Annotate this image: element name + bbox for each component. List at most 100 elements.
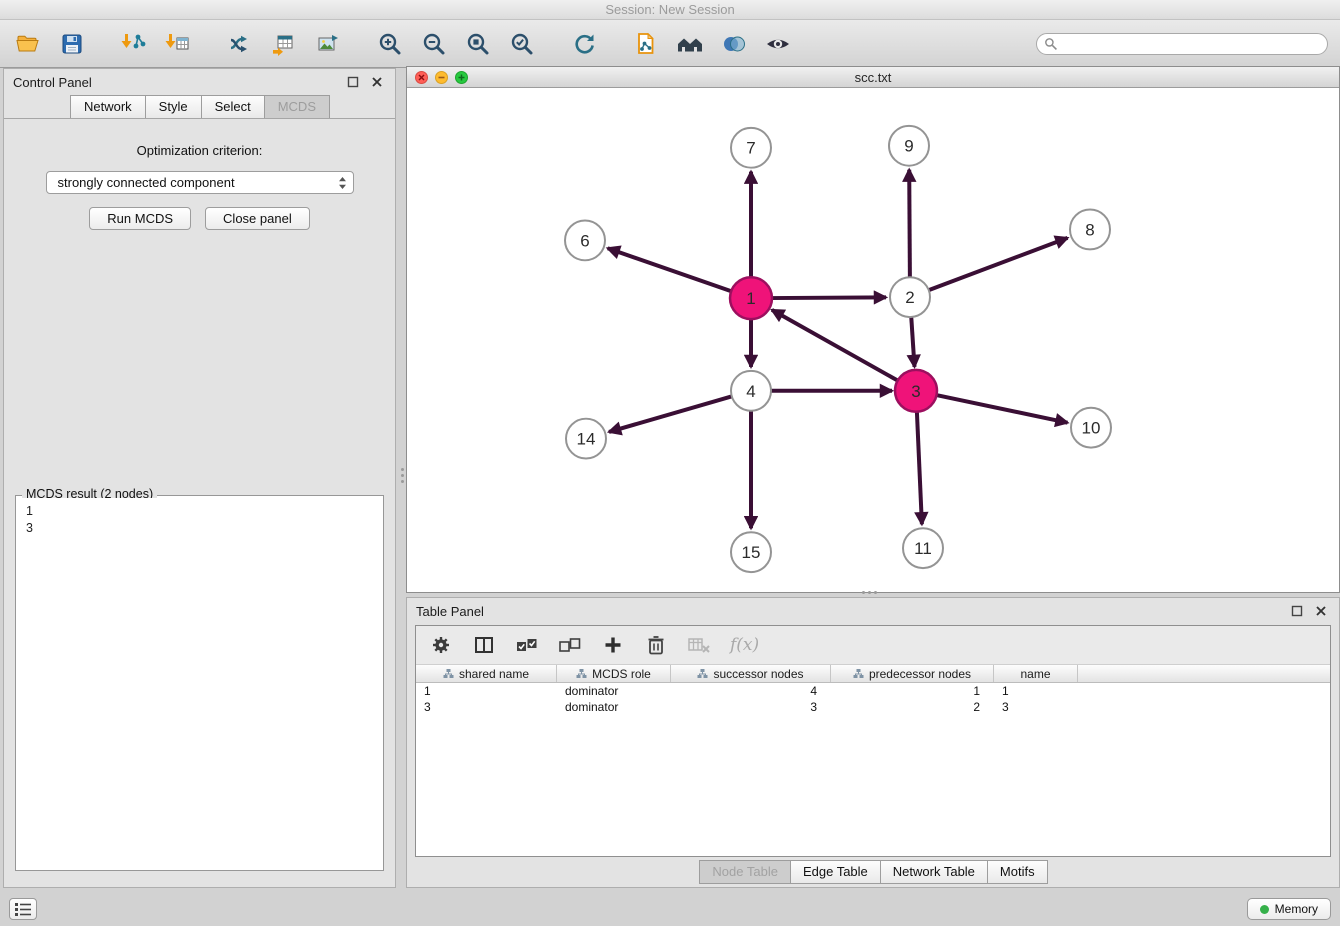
- graph-node-label: 14: [577, 430, 596, 449]
- zoom-window-button[interactable]: [455, 71, 468, 84]
- table-cell[interactable]: 3: [416, 699, 557, 715]
- zoom-out-button[interactable]: [418, 27, 450, 61]
- memory-button[interactable]: Memory: [1247, 898, 1331, 920]
- table-cell[interactable]: 4: [671, 683, 831, 699]
- minimize-window-button[interactable]: [435, 71, 448, 84]
- graph-edge-1-2[interactable]: [770, 297, 886, 298]
- style-overlay-button[interactable]: [718, 27, 750, 61]
- task-history-button[interactable]: [9, 898, 37, 920]
- window-titlebar[interactable]: Session: New Session: [0, 0, 1340, 20]
- vertical-splitter-handle[interactable]: [399, 462, 405, 488]
- open-folder-icon: [15, 31, 41, 57]
- table-cell[interactable]: 3: [671, 699, 831, 715]
- import-network-icon: [121, 31, 147, 57]
- export-image-button[interactable]: [312, 27, 344, 61]
- graph-canvas[interactable]: 7 9 6 8 1 2 4 3 14 10 15 11: [407, 88, 1339, 592]
- column-header-filler: [1078, 665, 1330, 682]
- graph-node-3[interactable]: 3: [895, 370, 937, 412]
- column-header-successor-nodes[interactable]: successor nodes: [671, 665, 831, 682]
- graph-node-11[interactable]: 11: [903, 528, 943, 568]
- memory-label: Memory: [1275, 902, 1318, 916]
- graph-node-14[interactable]: 14: [566, 419, 606, 459]
- graph-edge-3-10[interactable]: [935, 395, 1068, 423]
- graph-edge-2-3[interactable]: [911, 316, 914, 367]
- graph-edge-2-8[interactable]: [928, 238, 1068, 291]
- refresh-view-button[interactable]: [568, 27, 600, 61]
- graph-edge-2-9[interactable]: [909, 170, 910, 279]
- unselect-all-columns-button[interactable]: [558, 633, 582, 657]
- import-table-button[interactable]: [162, 27, 194, 61]
- close-table-panel-button[interactable]: [1312, 602, 1330, 620]
- graph-node-1[interactable]: 1: [730, 277, 772, 319]
- mcds-result-list[interactable]: 1 3: [18, 498, 381, 868]
- table-row[interactable]: 3 dominator 3 2 3: [416, 699, 1330, 715]
- graph-node-8[interactable]: 8: [1070, 210, 1110, 250]
- optimization-criterion-select[interactable]: strongly connected component: [46, 171, 354, 194]
- tab-style[interactable]: Style: [145, 95, 202, 118]
- first-neighbors-button[interactable]: [674, 27, 706, 61]
- export-table-button[interactable]: [268, 27, 300, 61]
- function-builder-button[interactable]: f(x): [730, 633, 759, 657]
- duplicate-network-button[interactable]: [630, 27, 662, 61]
- graph-edge-3-1[interactable]: [772, 310, 900, 382]
- zoom-fit-button[interactable]: [462, 27, 494, 61]
- select-all-columns-button[interactable]: [515, 633, 539, 657]
- network-window-titlebar[interactable]: scc.txt: [407, 67, 1339, 88]
- table-settings-button[interactable]: [429, 633, 453, 657]
- graph-edge-4-14[interactable]: [609, 396, 733, 432]
- column-header-mcds-role[interactable]: MCDS role: [557, 665, 671, 682]
- graph-node-15[interactable]: 15: [731, 532, 771, 572]
- table-cell[interactable]: 2: [831, 699, 994, 715]
- graph-edge-3-11[interactable]: [917, 410, 922, 525]
- table-cell[interactable]: 1: [831, 683, 994, 699]
- tab-edge-table[interactable]: Edge Table: [790, 860, 881, 884]
- graph-node-10[interactable]: 10: [1071, 408, 1111, 448]
- show-hide-button[interactable]: [762, 27, 794, 61]
- table-cell[interactable]: 1: [416, 683, 557, 699]
- graph-node-label: 10: [1082, 419, 1101, 438]
- import-network-button[interactable]: [118, 27, 150, 61]
- show-columns-button[interactable]: [472, 633, 496, 657]
- graph-node-6[interactable]: 6: [565, 220, 605, 260]
- delete-columns-button[interactable]: [644, 633, 668, 657]
- column-header-predecessor-nodes[interactable]: predecessor nodes: [831, 665, 994, 682]
- float-control-panel-button[interactable]: [344, 73, 362, 91]
- zoom-selected-button[interactable]: [506, 27, 538, 61]
- search-input[interactable]: [1036, 33, 1328, 55]
- result-line: 3: [26, 520, 373, 537]
- horizontal-splitter-handle[interactable]: [856, 589, 882, 595]
- network-arrows-button[interactable]: [224, 27, 256, 61]
- tab-mcds[interactable]: MCDS: [264, 95, 330, 118]
- tab-select[interactable]: Select: [201, 95, 265, 118]
- run-mcds-button[interactable]: Run MCDS: [89, 207, 191, 230]
- float-table-panel-button[interactable]: [1288, 602, 1306, 620]
- traffic-lights: [415, 71, 468, 84]
- table-cell[interactable]: 1: [994, 683, 1078, 699]
- close-control-panel-button[interactable]: [368, 73, 386, 91]
- zoom-in-button[interactable]: [374, 27, 406, 61]
- close-window-button[interactable]: [415, 71, 428, 84]
- column-header-name[interactable]: name: [994, 665, 1078, 682]
- table-cell[interactable]: 3: [994, 699, 1078, 715]
- graph-node-label: 3: [911, 382, 920, 401]
- tab-network[interactable]: Network: [70, 95, 146, 118]
- graph-node-2[interactable]: 2: [890, 277, 930, 317]
- table-row[interactable]: 1 dominator 4 1 1: [416, 683, 1330, 699]
- tab-network-table[interactable]: Network Table: [880, 860, 988, 884]
- graph-edge-1-6[interactable]: [608, 248, 733, 292]
- graph-node-7[interactable]: 7: [731, 128, 771, 168]
- tab-node-table[interactable]: Node Table: [699, 860, 791, 884]
- graph-node-4[interactable]: 4: [731, 371, 771, 411]
- table-cell[interactable]: dominator: [557, 683, 671, 699]
- column-header-shared-name[interactable]: shared name: [416, 665, 557, 682]
- table-cell[interactable]: dominator: [557, 699, 671, 715]
- add-column-button[interactable]: [601, 633, 625, 657]
- save-session-button[interactable]: [56, 27, 88, 61]
- delete-table-button[interactable]: [687, 633, 711, 657]
- optimization-criterion-label: Optimization criterion:: [4, 143, 395, 158]
- graph-node-9[interactable]: 9: [889, 126, 929, 166]
- network-canvas[interactable]: 7 9 6 8 1 2 4 3 14 10 15 11: [407, 88, 1339, 592]
- close-mcds-panel-button[interactable]: Close panel: [205, 207, 310, 230]
- open-session-button[interactable]: [12, 27, 44, 61]
- tab-motifs[interactable]: Motifs: [987, 860, 1048, 884]
